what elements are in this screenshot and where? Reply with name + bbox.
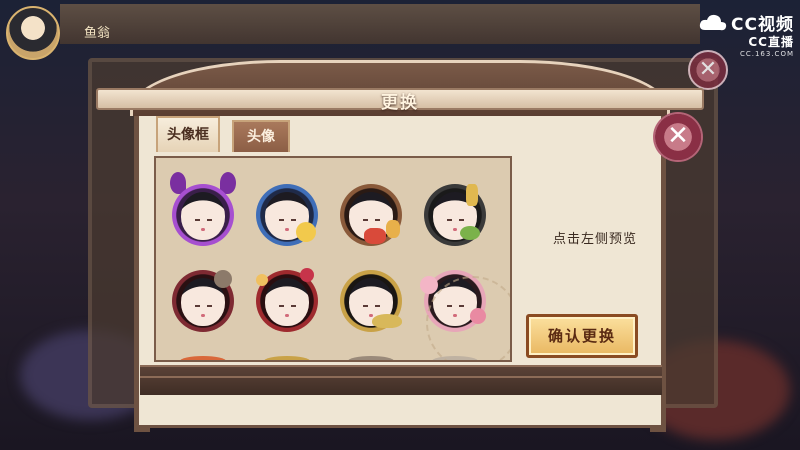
cloud-logo-icon [699, 14, 727, 31]
dragon-decoration [372, 314, 402, 328]
frame-option-4[interactable] [420, 180, 490, 250]
close-icon[interactable]: ✕ [655, 114, 701, 160]
ornament-decoration [214, 270, 232, 288]
watermark: CC视频 CC直播 CC.163.COM [699, 10, 794, 58]
lantern-decoration [364, 228, 386, 244]
frame-option-partial[interactable] [348, 356, 394, 360]
watermark-brand: CC视频 [731, 15, 794, 35]
player-avatar[interactable] [6, 6, 60, 60]
avatar-face [265, 278, 309, 326]
flower-decoration [300, 268, 314, 282]
frame-option-3[interactable] [336, 180, 406, 250]
frame-option-6[interactable] [252, 266, 322, 336]
watermark-url: CC.163.COM [739, 50, 794, 58]
bottom-beam-line [140, 376, 662, 378]
bottom-beam [140, 365, 662, 395]
change-avatar-dialog: 更换 头像框 头像 点击左侧预览 确认更换 ✕ [96, 60, 704, 432]
frame-option-partial[interactable] [264, 356, 310, 360]
flower-decoration [256, 274, 268, 286]
sakura-decoration [470, 308, 486, 324]
sprout-decoration [460, 226, 480, 240]
frame-option-2[interactable] [252, 180, 322, 250]
player-name: 鱼翁 [84, 26, 111, 41]
dialog-title: 更换 [381, 93, 419, 113]
tab-avatar[interactable]: 头像 [232, 120, 290, 152]
gold-ornament [466, 184, 478, 206]
sakura-decoration [420, 276, 438, 294]
frame-grid [154, 156, 512, 362]
frame-option-partial[interactable] [432, 356, 478, 360]
frame-option-7[interactable] [336, 266, 406, 336]
avatar-face [181, 192, 225, 240]
frame-option-1[interactable] [168, 172, 238, 250]
bg-close-icon[interactable]: ✕ [688, 50, 728, 90]
watermark-live: CC直播 [748, 35, 794, 49]
confirm-change-button[interactable]: 确认更换 [526, 314, 638, 358]
tab-avatar-frame[interactable]: 头像框 [156, 116, 220, 152]
preview-hint: 点击左侧预览 [552, 232, 637, 247]
lantern-decoration [386, 220, 400, 238]
avatar-face [433, 278, 477, 326]
moon-decoration [296, 222, 316, 242]
bg-top-bar [60, 4, 700, 44]
frame-option-5[interactable] [168, 266, 238, 336]
frame-option-8[interactable] [420, 266, 490, 336]
frame-option-partial[interactable] [180, 356, 226, 360]
